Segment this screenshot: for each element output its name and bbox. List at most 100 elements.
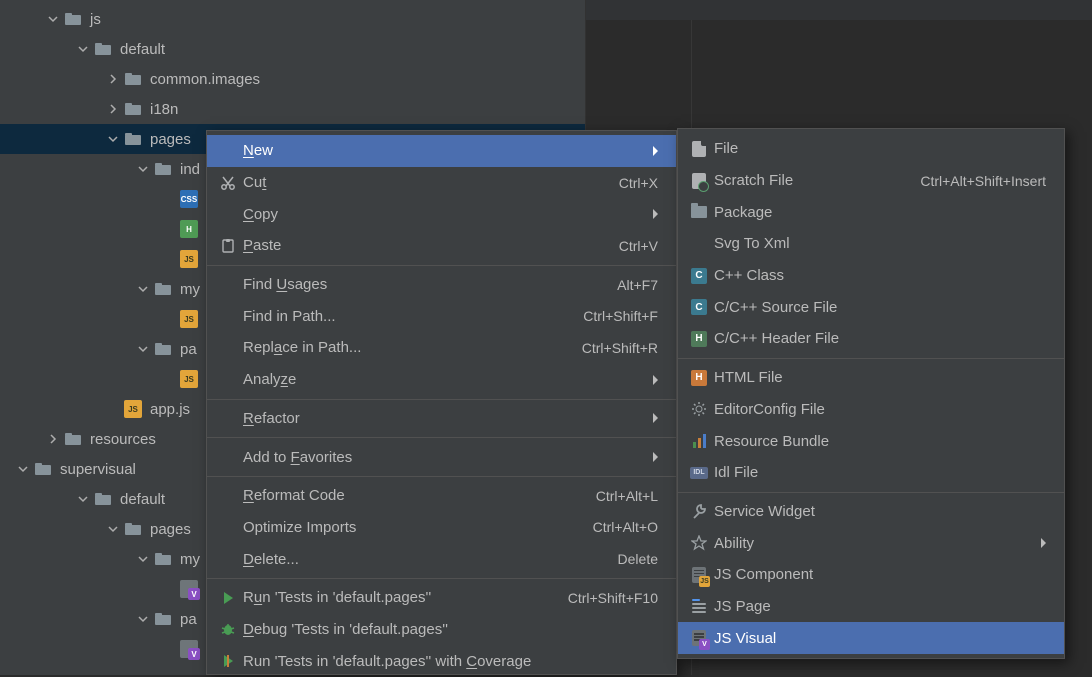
- tree-item-label: default: [120, 41, 165, 58]
- menu-item-label: HTML File: [714, 369, 1046, 386]
- chevron-right-icon[interactable]: [46, 432, 60, 446]
- context-menu[interactable]: New Cut Ctrl+X Copy Paste Ctrl+V Find Us…: [206, 130, 677, 675]
- context-menu-item-analyze[interactable]: Analyze: [207, 364, 676, 396]
- new-submenu-item-scratch-file[interactable]: Scratch File Ctrl+Alt+Shift+Insert: [678, 165, 1064, 197]
- chevron-down-icon[interactable]: [46, 12, 60, 26]
- spacer-icon: [688, 235, 710, 253]
- menu-item-label: Paste: [243, 237, 619, 254]
- spacer-icon: [217, 448, 239, 466]
- menu-separator: [207, 437, 676, 438]
- context-menu-item-add-to-favorites[interactable]: Add to Favorites: [207, 441, 676, 473]
- tree-folder-common-images[interactable]: common.images: [0, 64, 585, 94]
- spacer-icon: [217, 371, 239, 389]
- menu-item-shortcut: Ctrl+Shift+R: [582, 340, 658, 356]
- chevron-down-icon[interactable]: [136, 552, 150, 566]
- menu-item-label: JS Visual: [714, 630, 1046, 647]
- chevron-down-icon[interactable]: [106, 522, 120, 536]
- menu-item-shortcut: Alt+F7: [617, 277, 658, 293]
- tree-item-label: my: [180, 551, 200, 568]
- spacer-icon: [217, 339, 239, 357]
- context-menu-item-cut[interactable]: Cut Ctrl+X: [207, 167, 676, 199]
- chevron-down-icon[interactable]: [136, 612, 150, 626]
- new-submenu-item-c-c-source-file[interactable]: C C/C++ Source File: [678, 291, 1064, 323]
- context-menu-item-copy[interactable]: Copy: [207, 198, 676, 230]
- cut-icon: [217, 174, 239, 192]
- tree-item-label: common.images: [150, 71, 260, 88]
- spacer-icon: [217, 550, 239, 568]
- new-submenu-item-file[interactable]: File: [678, 133, 1064, 165]
- js-file-icon: JS: [180, 310, 198, 328]
- new-submenu-item-svg-to-xml[interactable]: Svg To Xml: [678, 228, 1064, 260]
- new-submenu-item-c-c-header-file[interactable]: H C/C++ Header File: [678, 323, 1064, 355]
- tree-item-label: supervisual: [60, 461, 136, 478]
- menu-item-label: Debug 'Tests in 'default.pages'': [243, 621, 658, 638]
- new-submenu[interactable]: File Scratch File Ctrl+Alt+Shift+Insert …: [677, 128, 1065, 659]
- context-menu-item-reformat-code[interactable]: Reformat Code Ctrl+Alt+L: [207, 480, 676, 512]
- menu-item-label: Cut: [243, 174, 619, 191]
- new-submenu-item-html-file[interactable]: H HTML File: [678, 362, 1064, 394]
- tree-folder-default[interactable]: default: [0, 34, 585, 64]
- menu-item-label: Add to Favorites: [243, 449, 645, 466]
- menu-item-label: C/C++ Source File: [714, 299, 1046, 316]
- menu-item-label: Refactor: [243, 410, 645, 427]
- context-menu-item-find-in-path[interactable]: Find in Path... Ctrl+Shift+F: [207, 300, 676, 332]
- menu-item-label: Find Usages: [243, 276, 617, 293]
- submenu-arrow-icon: [653, 452, 658, 462]
- context-menu-item-refactor[interactable]: Refactor: [207, 403, 676, 435]
- menu-item-label: Copy: [243, 206, 645, 223]
- context-menu-item-find-usages[interactable]: Find Usages Alt+F7: [207, 269, 676, 301]
- context-menu-item-optimize-imports[interactable]: Optimize Imports Ctrl+Alt+O: [207, 512, 676, 544]
- menu-separator: [678, 358, 1064, 359]
- submenu-arrow-icon: [653, 209, 658, 219]
- idl-icon: IDL: [688, 464, 710, 482]
- tree-item-label: pa: [180, 611, 197, 628]
- menu-item-shortcut: Ctrl+Shift+F10: [568, 590, 658, 606]
- hml-file-icon: H: [180, 220, 198, 238]
- context-menu-item-new[interactable]: New: [207, 135, 676, 167]
- context-menu-item-paste[interactable]: Paste Ctrl+V: [207, 230, 676, 262]
- tree-folder-js[interactable]: js: [0, 4, 585, 34]
- chevron-down-icon[interactable]: [136, 342, 150, 356]
- new-submenu-item-idl-file[interactable]: IDL Idl File: [678, 457, 1064, 489]
- new-submenu-item-ability[interactable]: Ability: [678, 527, 1064, 559]
- menu-item-label: Reformat Code: [243, 487, 596, 504]
- new-submenu-item-resource-bundle[interactable]: Resource Bundle: [678, 425, 1064, 457]
- menu-item-shortcut: Delete: [618, 551, 658, 567]
- chevron-down-icon[interactable]: [76, 42, 90, 56]
- chevron-right-icon[interactable]: [106, 102, 120, 116]
- tree-folder-i18n[interactable]: i18n: [0, 94, 585, 124]
- folder-icon: [154, 340, 172, 358]
- visual-file-icon: V: [180, 580, 198, 598]
- chevron-right-icon[interactable]: [106, 72, 120, 86]
- new-submenu-item-js-page[interactable]: JS Page: [678, 591, 1064, 623]
- spacer-icon: [217, 307, 239, 325]
- file-icon: [688, 140, 710, 158]
- chevron-down-icon[interactable]: [136, 162, 150, 176]
- spacer-icon: [217, 518, 239, 536]
- context-menu-item-replace-in-path[interactable]: Replace in Path... Ctrl+Shift+R: [207, 332, 676, 364]
- js-file-icon: JS: [180, 370, 198, 388]
- new-submenu-item-js-visual[interactable]: V JS Visual: [678, 622, 1064, 654]
- chevron-down-icon[interactable]: [16, 462, 30, 476]
- star-icon: [688, 534, 710, 552]
- context-menu-item-run-tests-in-default-pages-with-coverage[interactable]: Run 'Tests in 'default.pages'' with Cove…: [207, 645, 676, 677]
- spacer-icon: [217, 276, 239, 294]
- wrench-icon: [688, 502, 710, 520]
- editor-tabstrip: [586, 0, 1092, 20]
- scratch-file-icon: [688, 172, 710, 190]
- js-file-icon: JS: [124, 400, 142, 418]
- spacer-icon: [217, 205, 239, 223]
- context-menu-item-delete[interactable]: Delete... Delete: [207, 543, 676, 575]
- new-submenu-item-c-class[interactable]: C C++ Class: [678, 260, 1064, 292]
- folder-icon: [154, 280, 172, 298]
- chevron-down-icon[interactable]: [136, 282, 150, 296]
- new-submenu-item-service-widget[interactable]: Service Widget: [678, 496, 1064, 528]
- context-menu-item-run-tests-in-default-pages[interactable]: Run 'Tests in 'default.pages'' Ctrl+Shif…: [207, 582, 676, 614]
- chevron-down-icon[interactable]: [76, 492, 90, 506]
- chevron-down-icon[interactable]: [106, 132, 120, 146]
- new-submenu-item-js-component[interactable]: JS JS Component: [678, 559, 1064, 591]
- new-submenu-item-editorconfig-file[interactable]: EditorConfig File: [678, 394, 1064, 426]
- context-menu-item-debug-tests-in-default-pages[interactable]: Debug 'Tests in 'default.pages'': [207, 614, 676, 646]
- new-submenu-item-package[interactable]: Package: [678, 196, 1064, 228]
- submenu-arrow-icon: [653, 375, 658, 385]
